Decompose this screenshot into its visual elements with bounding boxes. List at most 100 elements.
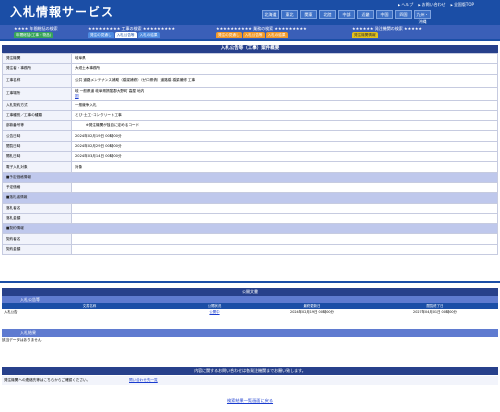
tab-service-notices[interactable]: 入札公告等 bbox=[242, 32, 265, 38]
table-row: 閲覧日時 2024年02月29日 00時00分 bbox=[2, 140, 498, 153]
field-value: 2024年02月19日 00時00分 bbox=[71, 130, 498, 142]
tab-service-outlook[interactable]: 発注の見通し bbox=[216, 32, 242, 38]
region-tab-kanto[interactable]: 関東 bbox=[300, 10, 317, 19]
field-label: 発注者・事務所 bbox=[2, 63, 72, 75]
field-label: 工事名称 bbox=[2, 73, 72, 88]
section-row: ■契約情報 bbox=[2, 223, 498, 235]
no-data-message: 該当データはありません bbox=[2, 338, 42, 342]
field-label: 契約者名 bbox=[2, 233, 72, 245]
tab-construction-results[interactable]: 入札の結果 bbox=[137, 32, 160, 38]
field-value: 大垣土木事務所 bbox=[71, 63, 498, 75]
field-label: 契約金額 bbox=[2, 243, 72, 256]
documents-table: 文書名称 公開状況 最終更新日 閲覧終了日 入札公告 公開中 2024年02月1… bbox=[2, 303, 498, 315]
field-value: 岐 一般県道 岐阜県揖斐郡大野町 高屋 地内図 bbox=[71, 86, 498, 101]
divider bbox=[0, 39, 500, 41]
table-row: 公告日時 2024年02月19日 00時00分 bbox=[2, 130, 498, 142]
region-tab-hokuriku[interactable]: 北陸 bbox=[319, 10, 336, 19]
table-row: 工事場所岐 一般県道 岐阜県揖斐郡大野町 高屋 地内図 bbox=[2, 86, 498, 101]
app-logo[interactable]: 入札情報サービス bbox=[10, 3, 130, 19]
region-tabs: 北海道 東北 関東 北陸 中部 近畿 中国 四国 九州・沖縄 bbox=[262, 10, 431, 24]
field-value: 2024年02月29日 00時00分 bbox=[71, 140, 498, 153]
region-tab-chugoku[interactable]: 中国 bbox=[376, 10, 393, 19]
contact-header: 内容に関するお問い合わせは各発注機関までお願い致します。 bbox=[2, 367, 498, 375]
table-row: 開札日時 2024年03月14日 00時00分 bbox=[2, 151, 498, 163]
table-row: 落札金額 bbox=[2, 212, 498, 225]
nav-group-agency: ★★★★★★ 発注機関の検索 ★★★★★ 発注機関情報 bbox=[352, 26, 422, 38]
field-label: 部款番号等 bbox=[2, 120, 72, 132]
field-label: 入札契約方式 bbox=[2, 99, 72, 111]
field-value: 2024年03月14日 00時00分 bbox=[71, 151, 498, 163]
field-value: とび･土工･コンクリート工事 bbox=[71, 109, 498, 122]
region-tab-tohoku[interactable]: 東北 bbox=[281, 10, 298, 19]
nav-group-title: ★★★★★★ 発注機関の検索 ★★★★★ bbox=[352, 26, 422, 31]
documents-header: 公開文書 bbox=[2, 288, 498, 296]
nav-group-title: ★★★★★★★★★★ 業務の検索 ★★★★★★★★★ bbox=[216, 26, 307, 31]
document-updated: 2024年02月19日 00時00分 bbox=[290, 310, 334, 314]
page-title: 入札公告等（工事）案件概要 bbox=[2, 45, 498, 53]
field-label: 予定価格 bbox=[2, 181, 72, 194]
back-to-results-link: 検索結果一覧画面に戻る bbox=[0, 398, 500, 404]
region-tab-hokkaido[interactable]: 北海道 bbox=[262, 10, 279, 19]
field-label: 落札者名 bbox=[2, 202, 72, 214]
section-title: ■契約情報 bbox=[2, 223, 498, 235]
field-value bbox=[71, 233, 498, 245]
help-link[interactable]: ヘルプ bbox=[398, 2, 413, 8]
contact-row: 発注機関への連絡先等はこちらからご確認ください。 問い合わせ先一覧 bbox=[2, 376, 498, 385]
table-row: 予定価格 bbox=[2, 181, 498, 194]
contact-list-link[interactable]: 問い合わせ先一覧 bbox=[129, 376, 158, 385]
field-label: 閲覧日時 bbox=[2, 140, 72, 153]
nav-group-services: ★★★★★★★★★★ 業務の検索 ★★★★★★★★★ 発注の見通し 入札公告等 … bbox=[216, 26, 307, 38]
tab-service-results[interactable]: 入札の結果 bbox=[265, 32, 288, 38]
document-name: 入札公告 bbox=[4, 310, 18, 314]
table-row: 発注者・事務所 大垣土木事務所 bbox=[2, 63, 498, 75]
tab-agency-info[interactable]: 発注機関情報 bbox=[352, 32, 378, 38]
region-tab-kinki[interactable]: 近畿 bbox=[357, 10, 374, 19]
section-title: ■予定価格情報 bbox=[2, 171, 498, 183]
field-label: 開札日時 bbox=[2, 151, 72, 163]
map-link[interactable]: 図 bbox=[75, 94, 494, 99]
results-section-header: 入札結果 bbox=[2, 329, 498, 337]
back-link-text[interactable]: 検索結果一覧画面に戻る bbox=[227, 398, 273, 403]
field-value: 対象 bbox=[71, 161, 498, 173]
field-value bbox=[71, 243, 498, 256]
nav-group-title: ★★★★★★★★★ 工事の検索 ★★★★★★★★★ bbox=[88, 26, 176, 31]
top-banner: 入札情報サービス ヘルプ お問い合わせ 全国版TOP 北海道 東北 関東 北陸 … bbox=[0, 0, 500, 25]
top-links: ヘルプ お問い合わせ 全国版TOP bbox=[398, 2, 474, 8]
nav-group-title: ★★★★ 年間総括の検索 bbox=[14, 26, 58, 31]
table-row: 契約者名 bbox=[2, 233, 498, 245]
national-top-link[interactable]: 全国版TOP bbox=[451, 2, 474, 8]
table-row: 工事名称 公共 道路メンテナンス補助（橋梁補修）（ゼロ県債）道路橋 橋梁補修 工事 bbox=[2, 73, 498, 88]
field-label: 工事種別／工事の種類 bbox=[2, 109, 72, 122]
tab-construction-notices[interactable]: 入札公告等 bbox=[114, 32, 137, 38]
main-nav: ★★★★ 年間総括の検索 年間総括(工事・物品) ★★★★★★★★★ 工事の検索… bbox=[0, 25, 500, 39]
tab-annual-summary[interactable]: 年間総括(工事・物品) bbox=[14, 32, 54, 38]
field-label: 発注機関 bbox=[2, 52, 72, 65]
detail-table: 発注機関 岐阜県 発注者・事務所 大垣土木事務所 工事名称 公共 道路メンテナンス補助… bbox=[2, 52, 498, 256]
field-value: ※発注機関が独自に定めるコード bbox=[71, 120, 498, 132]
field-label: 電子入札対象 bbox=[2, 161, 72, 173]
divider bbox=[0, 281, 500, 283]
contact-link[interactable]: お問い合わせ bbox=[418, 2, 446, 8]
section-title: ■落札者情報 bbox=[2, 192, 498, 204]
table-row: 落札者名 bbox=[2, 202, 498, 214]
table-row: 工事種別／工事の種類 とび･土工･コンクリート工事 bbox=[2, 109, 498, 122]
section-row: ■予定価格情報 bbox=[2, 171, 498, 183]
field-value bbox=[71, 181, 498, 194]
table-row: 入札契約方式 一般競争入札 bbox=[2, 99, 498, 111]
section-row: ■落札者情報 bbox=[2, 192, 498, 204]
document-status-link[interactable]: 公開中 bbox=[177, 309, 252, 315]
table-row: 電子入札対象 対象 bbox=[2, 161, 498, 173]
tab-construction-outlook[interactable]: 発注の見通し bbox=[88, 32, 114, 38]
contact-text: 発注機関への連絡先等はこちらからご確認ください。 bbox=[4, 378, 91, 382]
field-value: 岐阜県 bbox=[71, 52, 498, 65]
region-tab-chubu[interactable]: 中部 bbox=[338, 10, 355, 19]
field-value: 一般競争入札 bbox=[71, 99, 498, 111]
field-label: 落札金額 bbox=[2, 212, 72, 225]
region-tab-kyushu[interactable]: 九州・沖縄 bbox=[414, 10, 431, 24]
table-row: 発注機関 岐阜県 bbox=[2, 52, 498, 65]
field-label: 公告日時 bbox=[2, 130, 72, 142]
nav-group-construction: ★★★★★★★★★ 工事の検索 ★★★★★★★★★ 発注の見通し 入札公告等 入… bbox=[88, 26, 175, 38]
region-tab-shikoku[interactable]: 四国 bbox=[395, 10, 412, 19]
field-value bbox=[71, 212, 498, 225]
table-row: 入札公告 公開中 2024年02月19日 00時00分 2027年04月01日 … bbox=[2, 309, 498, 315]
